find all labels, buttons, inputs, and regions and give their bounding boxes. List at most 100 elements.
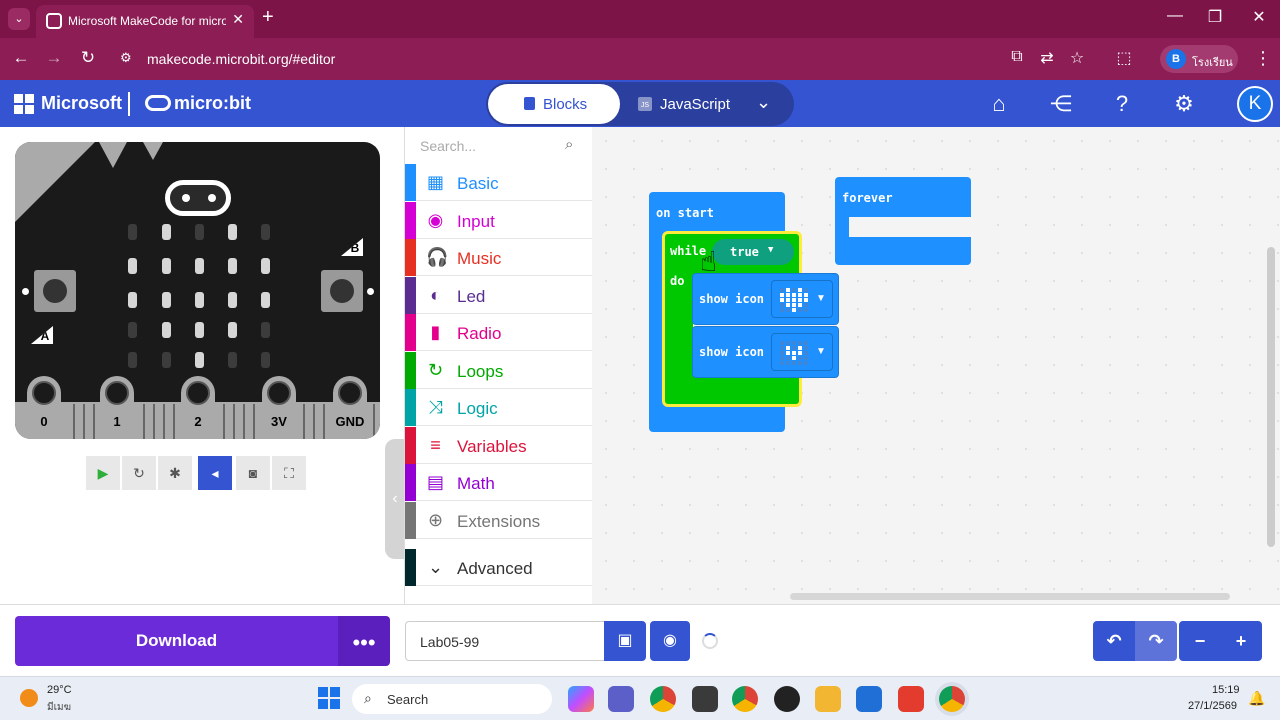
toolbox-category-music[interactable]: 🎧 Music xyxy=(405,239,593,276)
dropdown-arrow-icon[interactable]: ▼ xyxy=(816,346,826,357)
zoom-out-icon[interactable]: − xyxy=(1179,621,1221,661)
file-explorer-icon[interactable] xyxy=(815,686,841,712)
toolbox-category-basic[interactable]: ▦ Basic xyxy=(405,164,593,201)
pin-1[interactable]: 1 xyxy=(100,376,134,439)
undo-icon[interactable]: ↶ xyxy=(1093,621,1135,661)
show-icon-block[interactable]: show icon ▼ xyxy=(692,326,839,378)
edge-dot xyxy=(367,288,374,295)
home-icon[interactable]: ⌂ xyxy=(984,89,1014,119)
save-disk-icon[interactable]: ▣ xyxy=(604,621,646,661)
browser-profile-button[interactable]: B โรงเรียน xyxy=(1160,45,1238,73)
url-field[interactable]: ⚙ makecode.microbit.org/#editor xyxy=(112,44,1152,74)
led-3-1 xyxy=(162,322,171,338)
settings-gear-icon[interactable]: ⚙ xyxy=(1169,89,1199,119)
forever-block[interactable]: forever xyxy=(835,177,971,265)
board-logo-icon[interactable] xyxy=(165,180,231,216)
javascript-mode-button[interactable]: JS JavaScript xyxy=(636,84,746,124)
toolbox-category-variables[interactable]: ≡ Variables xyxy=(405,426,593,464)
obs-icon[interactable] xyxy=(774,686,800,712)
restart-icon[interactable]: ↻ xyxy=(122,456,156,490)
box-app-icon[interactable] xyxy=(692,686,718,712)
blocks-mode-button[interactable]: Blocks xyxy=(488,84,620,124)
minimize-icon[interactable]: — xyxy=(1160,7,1190,25)
user-avatar[interactable]: K xyxy=(1237,86,1273,122)
windows-start-icon[interactable] xyxy=(318,687,340,709)
true-dropdown-icon[interactable]: ▼ xyxy=(768,245,773,255)
mini-led xyxy=(792,298,796,302)
maximize-icon[interactable]: ❐ xyxy=(1200,7,1230,27)
project-name-input[interactable]: Lab05-99 xyxy=(405,621,605,661)
chrome-profile-icon[interactable] xyxy=(732,686,758,712)
toolbox-category-input[interactable]: ◉ Input xyxy=(405,201,593,239)
show-icon-block[interactable]: show icon ▼ xyxy=(692,273,839,325)
toolbox-category-loops[interactable]: ↻ Loops xyxy=(405,351,593,389)
chevron-down-icon: ⌄ xyxy=(427,557,444,577)
github-icon[interactable]: ◉ xyxy=(650,621,690,661)
toolbox-category-led[interactable]: ◐ Led xyxy=(405,276,593,314)
chrome-icon[interactable] xyxy=(650,686,676,712)
toolbox-category-math[interactable]: ▤ Math xyxy=(405,464,593,501)
simulator-toolbar: ▶ ↻ ✱ ◂ ◙ ⛶ xyxy=(86,456,306,490)
address-bar-row: ← → ↻ ⚙ makecode.microbit.org/#editor ⧉ … xyxy=(0,38,1280,80)
tab-search-chevron-icon[interactable]: ⌄ xyxy=(8,8,30,30)
notepad-icon[interactable] xyxy=(856,686,882,712)
download-button[interactable]: Download xyxy=(15,616,338,666)
icon-picker-heart[interactable]: ▼ xyxy=(771,280,833,318)
led-3-4 xyxy=(261,322,270,338)
workspace-vertical-scrollbar[interactable] xyxy=(1267,247,1275,547)
screenshot-camera-icon[interactable]: ◙ xyxy=(236,456,270,490)
new-tab-button[interactable]: + xyxy=(262,6,274,29)
toolbox-category-advanced[interactable]: ⌄ Advanced xyxy=(405,549,593,586)
browser-tab[interactable]: Microsoft MakeCode for micro:bit ✕ xyxy=(36,5,254,38)
toolbox-search-input[interactable]: Search... ⌕ xyxy=(405,127,593,164)
collapse-simulator-chevron-icon[interactable]: ‹ xyxy=(385,439,405,559)
mute-icon[interactable]: ◂ xyxy=(198,456,232,490)
extensions-icon[interactable]: ⬚ xyxy=(1113,48,1135,68)
share-icon[interactable]: ⋲ xyxy=(1046,89,1076,119)
play-icon[interactable]: ▶ xyxy=(86,456,120,490)
toolbox-category-radio[interactable]: ▮ Radio xyxy=(405,314,593,351)
redo-icon[interactable]: ↷ xyxy=(1135,621,1177,661)
reload-icon[interactable]: ↻ xyxy=(77,48,99,68)
toolbox-category-extensions[interactable]: ⊕ Extensions xyxy=(405,501,593,539)
weather-sun-icon[interactable] xyxy=(20,689,38,707)
debug-bug-icon[interactable]: ✱ xyxy=(158,456,192,490)
taskbar-search-box[interactable]: ⌕ Search xyxy=(352,684,552,714)
forever-label: forever xyxy=(842,191,893,205)
zoom-in-icon[interactable]: + xyxy=(1220,621,1262,661)
true-boolean-block[interactable]: true ▼ xyxy=(712,239,794,265)
button-b[interactable] xyxy=(321,270,363,312)
search-icon[interactable]: ⌕ xyxy=(565,136,573,153)
forward-arrow-icon[interactable]: → xyxy=(43,48,65,68)
workspace-horizontal-scrollbar[interactable] xyxy=(790,593,1230,600)
shuffle-icon: ⤨ xyxy=(428,397,443,417)
help-icon[interactable]: ? xyxy=(1107,89,1137,119)
toolbox-category-logic[interactable]: ⤨ Logic xyxy=(405,389,593,426)
browser-menu-icon[interactable]: ⋮ xyxy=(1254,48,1272,69)
dropdown-arrow-icon[interactable]: ▼ xyxy=(816,293,826,304)
blocks-workspace[interactable]: on start while do true ▼ show icon ▼ sho… xyxy=(592,127,1280,604)
install-app-icon[interactable]: ⧉ xyxy=(1006,48,1028,66)
back-arrow-icon[interactable]: ← xyxy=(10,48,32,68)
copilot-icon[interactable] xyxy=(568,686,594,712)
site-settings-icon[interactable]: ⚙ xyxy=(120,50,132,66)
teams-icon[interactable] xyxy=(608,686,634,712)
pdf-icon[interactable] xyxy=(898,686,924,712)
pin-0[interactable]: 0 xyxy=(27,376,61,439)
board-notch xyxy=(99,142,127,168)
button-a[interactable] xyxy=(34,270,76,312)
category-label: Logic xyxy=(457,399,498,418)
pin-gnd[interactable]: GND xyxy=(333,376,367,439)
bookmark-star-icon[interactable]: ☆ xyxy=(1066,48,1088,68)
tab-close-icon[interactable]: ✕ xyxy=(232,11,244,28)
chevron-down-icon[interactable]: ⌄ xyxy=(756,92,771,113)
chrome-active-icon[interactable] xyxy=(939,686,965,712)
download-more-button[interactable]: ••• xyxy=(338,616,390,666)
notification-bell-icon[interactable]: 🔔 xyxy=(1248,690,1265,707)
pin-2[interactable]: 2 xyxy=(181,376,215,439)
fullscreen-icon[interactable]: ⛶ xyxy=(272,456,306,490)
close-window-icon[interactable]: ✕ xyxy=(1244,7,1274,27)
pin-3v[interactable]: 3V xyxy=(262,376,296,439)
icon-picker-small-heart[interactable]: ▼ xyxy=(771,333,833,371)
translate-icon[interactable]: ⇄ xyxy=(1036,48,1058,68)
